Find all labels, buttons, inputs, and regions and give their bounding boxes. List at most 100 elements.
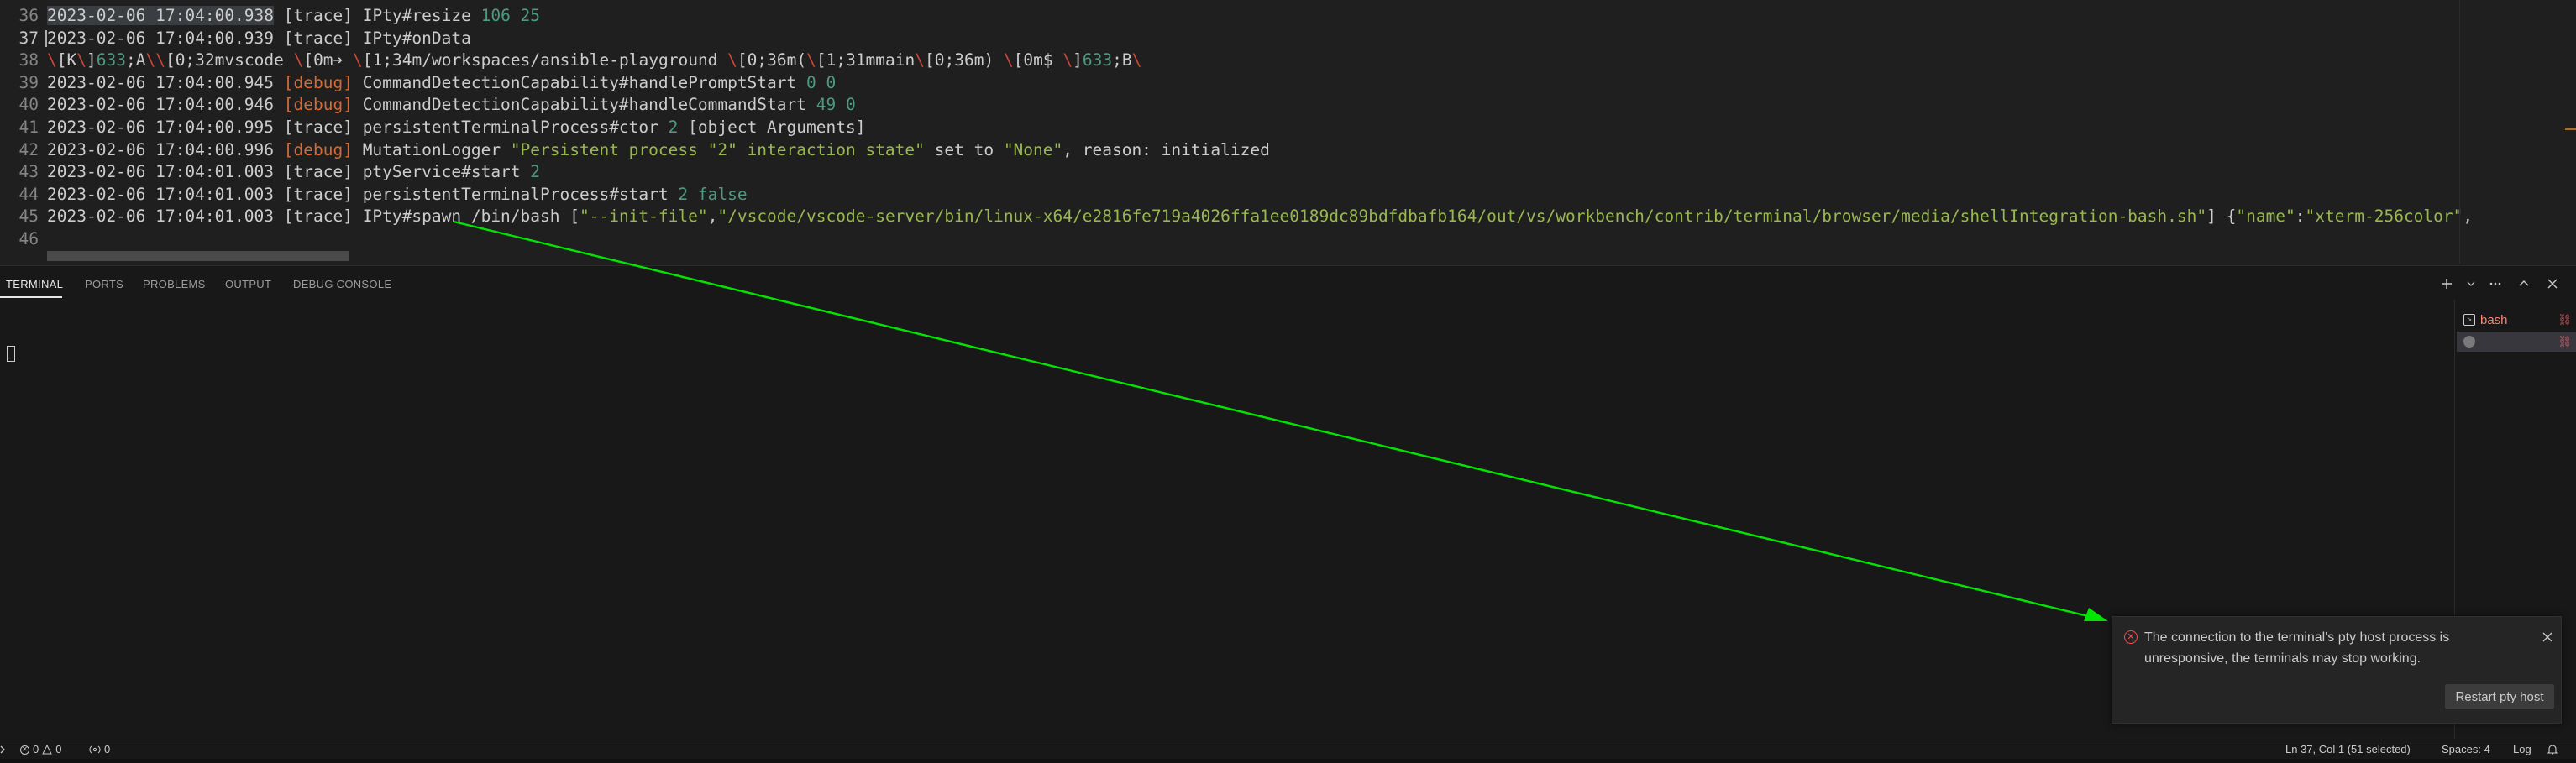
line-number: 44 — [18, 184, 39, 204]
code-line: 41 2023-02-06 17:04:00.995 [trace] persis… — [0, 117, 2469, 138]
terminal-cursor — [7, 346, 15, 362]
code-token: [debug] — [283, 95, 353, 115]
radio-tower-icon — [89, 745, 101, 754]
code-token: ;B — [1112, 50, 1132, 71]
code-token: \ — [353, 50, 363, 71]
code-token: IPty#onData — [352, 28, 471, 48]
line-number: 46 — [18, 229, 39, 248]
bell-icon[interactable] — [2547, 739, 2558, 760]
code-token: 2 — [668, 118, 679, 137]
code-token: \ — [727, 50, 737, 71]
line-number: 39 — [18, 72, 39, 92]
code-token: 2023-02-06 17:04:00.939 — [47, 28, 284, 48]
tab-problems[interactable]: PROBLEMS — [143, 274, 206, 295]
tab-output[interactable]: OUTPUT — [225, 274, 271, 295]
warnings-count: 0 — [55, 743, 62, 755]
code-token: \ — [1062, 50, 1073, 71]
code-token: 49 0 — [816, 95, 856, 115]
code-token: false — [697, 184, 748, 204]
code-token: [object Arguments] — [678, 118, 866, 137]
line-number: 45 — [18, 206, 39, 227]
gear-icon — [2463, 336, 2475, 348]
line-number: 38 — [18, 50, 39, 71]
terminal-item-selected[interactable]: ⛓ — [2457, 332, 2576, 352]
code-token: \ — [145, 50, 156, 71]
line-number: 36 — [18, 6, 39, 25]
error-icon: ✕ — [2124, 630, 2138, 644]
panel-tabs: TERMINAL PORTS PROBLEMS OUTPUT DEBUG CON… — [0, 266, 2352, 300]
ports-indicator[interactable]: 0 — [89, 739, 110, 760]
code-token: [trace] — [283, 6, 353, 25]
code-token: 0 0 — [806, 72, 837, 92]
active-tab-indicator — [0, 296, 62, 298]
code-token: 2 — [678, 184, 689, 204]
code-line: 39 2023-02-06 17:04:00.945 [debug] Comman… — [0, 72, 2469, 94]
problems-indicator[interactable]: ✕ 0 0 — [20, 739, 61, 760]
link-icon: ⛓ — [2558, 313, 2572, 326]
code-token: \ — [1131, 50, 1142, 71]
code-token: [debug] — [283, 139, 353, 159]
ellipsis-icon[interactable] — [2485, 274, 2505, 294]
code-token: "Persistent process "2" interaction stat… — [510, 139, 925, 159]
code-token: , reason: initialized — [1062, 139, 1270, 159]
code-token: [trace] — [283, 206, 353, 227]
status-bar: ✕ 0 0 0 Ln 37, Col 1 (51 selected) Space… — [0, 739, 2576, 760]
code-token: \ — [1003, 50, 1014, 71]
vertical-scrollbar[interactable] — [2459, 0, 2472, 264]
code-line: 46 — [0, 228, 2469, 250]
code-token: [1;34m/workspaces/ansible-playground — [362, 50, 728, 71]
code-line: 36 2023-02-06 17:04:00.938 [trace] IPty#r… — [0, 5, 2469, 27]
cursor-position[interactable]: Ln 37, Col 1 (51 selected) — [2285, 739, 2411, 760]
error-icon: ✕ — [20, 745, 29, 755]
code-token: [trace] — [283, 28, 353, 48]
code-token: [trace] — [283, 162, 353, 182]
clipped-previous-line — [47, 0, 635, 3]
remote-indicator[interactable] — [0, 739, 8, 760]
code-token: 2023-02-06 17:04:00.945 — [47, 72, 284, 92]
close-icon[interactable] — [2542, 274, 2563, 294]
tab-terminal[interactable]: TERMINAL — [6, 274, 63, 295]
code-token: IPty#resize — [352, 6, 481, 25]
terminal-icon: > — [2463, 314, 2475, 326]
restart-pty-host-button[interactable]: Restart pty host — [2445, 684, 2554, 709]
code-token: \ — [47, 50, 57, 71]
close-icon[interactable] — [2539, 629, 2556, 645]
terminal-item-bash[interactable]: > bash ⛓ — [2457, 310, 2576, 330]
code-token: [1;31mmain — [816, 50, 916, 71]
code-token: ] — [1073, 50, 1083, 71]
horizontal-scrollbar[interactable] — [47, 251, 349, 261]
terminal-item-label: bash — [2480, 312, 2508, 327]
code-token: \ — [293, 50, 304, 71]
errors-count: 0 — [33, 743, 39, 755]
tab-ports[interactable]: PORTS — [85, 274, 123, 295]
code-token: \ — [915, 50, 926, 71]
error-notification: ✕ The connection to the terminal's pty h… — [2112, 616, 2562, 724]
chevron-down-icon[interactable] — [2465, 274, 2477, 294]
code-token: "None" — [1003, 139, 1063, 159]
link-icon: ⛓ — [2558, 335, 2572, 348]
language-mode[interactable]: Log — [2513, 739, 2531, 760]
log-editor[interactable]: 36 2023-02-06 17:04:00.938 [trace] IPty#r… — [0, 0, 2576, 264]
code-token: \ — [155, 50, 165, 71]
code-token: 2023-02-06 17:04:01.003 — [47, 184, 284, 204]
code-line: 45 2023-02-06 17:04:01.003 [trace] IPty#s… — [0, 206, 2469, 227]
code-token: IPty#spawn /bin/bash [ — [352, 206, 580, 227]
code-token: 2023-02-06 17:04:00.938 — [47, 6, 275, 25]
code-token: [trace] — [283, 184, 353, 204]
code-token: CommandDetectionCapability#handleCommand… — [352, 95, 816, 115]
terminal-area[interactable] — [0, 300, 2454, 739]
plus-icon[interactable] — [2437, 274, 2457, 294]
code-token: MutationLogger — [352, 139, 511, 159]
code-token: persistentTerminalProcess#start — [352, 184, 679, 204]
ports-count: 0 — [104, 743, 111, 755]
line-number: 41 — [18, 118, 39, 137]
code-token: set to — [924, 139, 1004, 159]
code-token: "/vscode/vscode-server/bin/linux-x64/e28… — [717, 206, 2207, 227]
panel-actions — [2437, 274, 2563, 294]
code-token: [0m➔ — [303, 50, 354, 71]
code-token: ptyService#start — [352, 162, 531, 182]
chevron-up-icon[interactable] — [2514, 274, 2534, 294]
indentation[interactable]: Spaces: 4 — [2442, 739, 2490, 760]
tab-debug-console[interactable]: DEBUG CONSOLE — [293, 274, 391, 295]
